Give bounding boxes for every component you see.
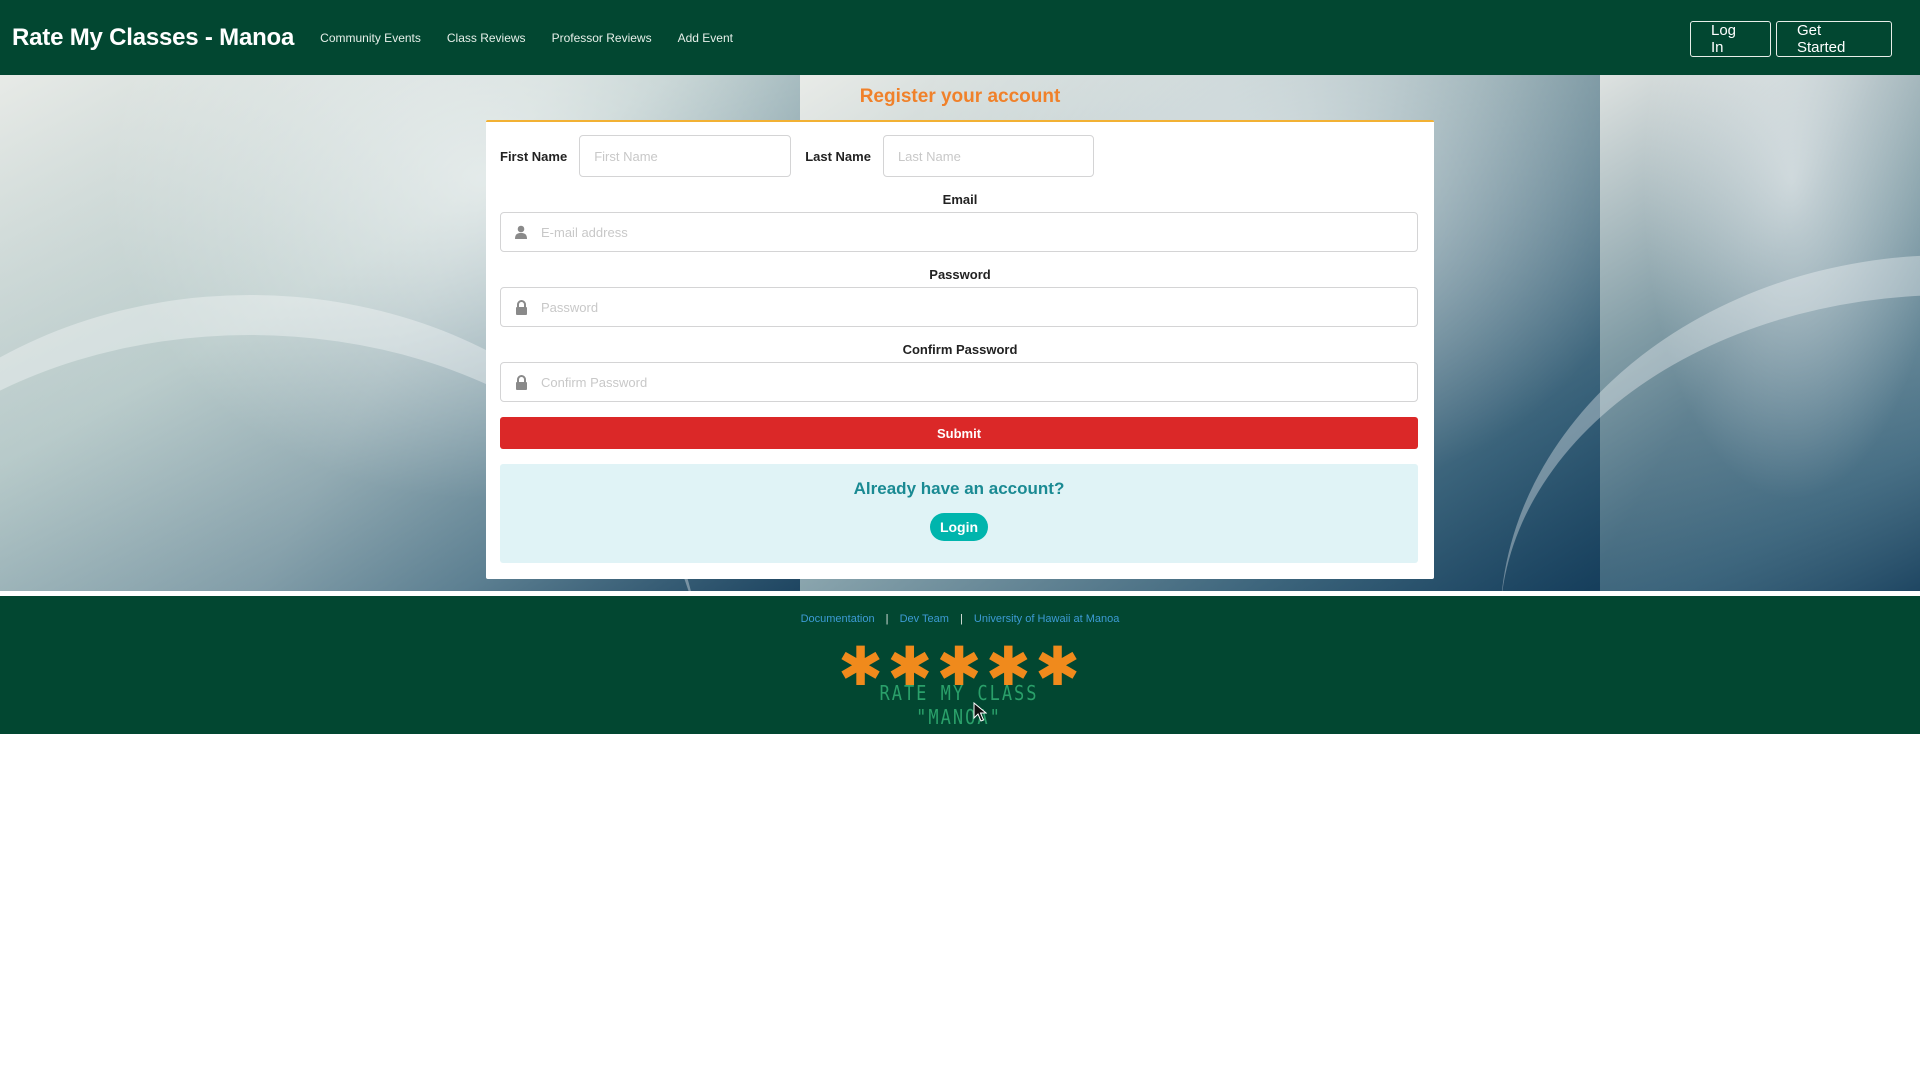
brand-title[interactable]: Rate My Classes - Manoa bbox=[12, 24, 294, 52]
nav-link-add-event[interactable]: Add Event bbox=[678, 31, 733, 45]
email-label: Email bbox=[942, 192, 978, 207]
footer-link-dev-team[interactable]: Dev Team bbox=[900, 613, 949, 625]
footer-link-documentation[interactable]: Documentation bbox=[801, 613, 875, 625]
email-placeholder: E-mail address bbox=[541, 224, 628, 240]
confirm-password-label: Confirm Password bbox=[902, 342, 1018, 357]
submit-button[interactable]: Submit bbox=[500, 417, 1418, 449]
footer-links: Documentation | Dev Team | University of… bbox=[0, 613, 1920, 625]
nav-link-class-reviews[interactable]: Class Reviews bbox=[447, 31, 526, 45]
nav-actions: Log In Get Started bbox=[1690, 21, 1892, 57]
email-input[interactable]: E-mail address bbox=[500, 212, 1418, 252]
nav-links: Community Events Class Reviews Professor… bbox=[306, 31, 745, 45]
already-account-text: Already have an account? bbox=[853, 479, 1065, 498]
mouse-cursor-icon bbox=[973, 702, 987, 722]
first-name-label: First Name bbox=[500, 148, 568, 164]
password-label: Password bbox=[929, 267, 991, 282]
last-name-input[interactable]: Last Name bbox=[882, 135, 1094, 177]
nav-link-professor-reviews[interactable]: Professor Reviews bbox=[552, 31, 652, 45]
footer-link-university[interactable]: University of Hawaii at Manoa bbox=[974, 613, 1120, 625]
footer-separator: | bbox=[885, 613, 889, 625]
first-name-input[interactable]: First Name bbox=[579, 135, 792, 177]
lock-icon bbox=[513, 299, 529, 315]
confirm-password-placeholder: Confirm Password bbox=[541, 374, 648, 390]
lock-icon bbox=[513, 374, 529, 390]
get-started-button[interactable]: Get Started bbox=[1776, 21, 1892, 57]
footer-separator: | bbox=[959, 613, 963, 625]
first-name-placeholder: First Name bbox=[594, 148, 658, 164]
footer: Documentation | Dev Team | University of… bbox=[0, 596, 1920, 734]
login-prompt-box: Already have an account? Login bbox=[500, 464, 1418, 563]
register-form: Register your account First Name First N… bbox=[486, 75, 1434, 579]
name-row: First Name First Name Last Name Last Nam… bbox=[500, 135, 1420, 177]
form-title: Register your account bbox=[859, 86, 1061, 107]
confirm-password-input[interactable]: Confirm Password bbox=[500, 362, 1418, 402]
nav-link-community-events[interactable]: Community Events bbox=[320, 31, 421, 45]
register-card: First Name First Name Last Name Last Nam… bbox=[486, 120, 1434, 579]
top-navbar: Rate My Classes - Manoa Community Events… bbox=[0, 0, 1920, 75]
user-icon bbox=[513, 224, 529, 240]
last-name-placeholder: Last Name bbox=[897, 148, 961, 164]
login-button[interactable]: Login bbox=[929, 513, 989, 541]
logo-text: RATE MY CLASS "MANOA" bbox=[879, 682, 1039, 730]
last-name-label: Last Name bbox=[805, 148, 871, 164]
password-input[interactable]: Password bbox=[500, 287, 1418, 327]
password-placeholder: Password bbox=[541, 299, 599, 315]
footer-logo: ✱ ✱ ✱ ✱ ✱ RATE MY CLASS "MANOA" bbox=[838, 640, 1080, 730]
log-in-button[interactable]: Log In bbox=[1690, 21, 1771, 57]
